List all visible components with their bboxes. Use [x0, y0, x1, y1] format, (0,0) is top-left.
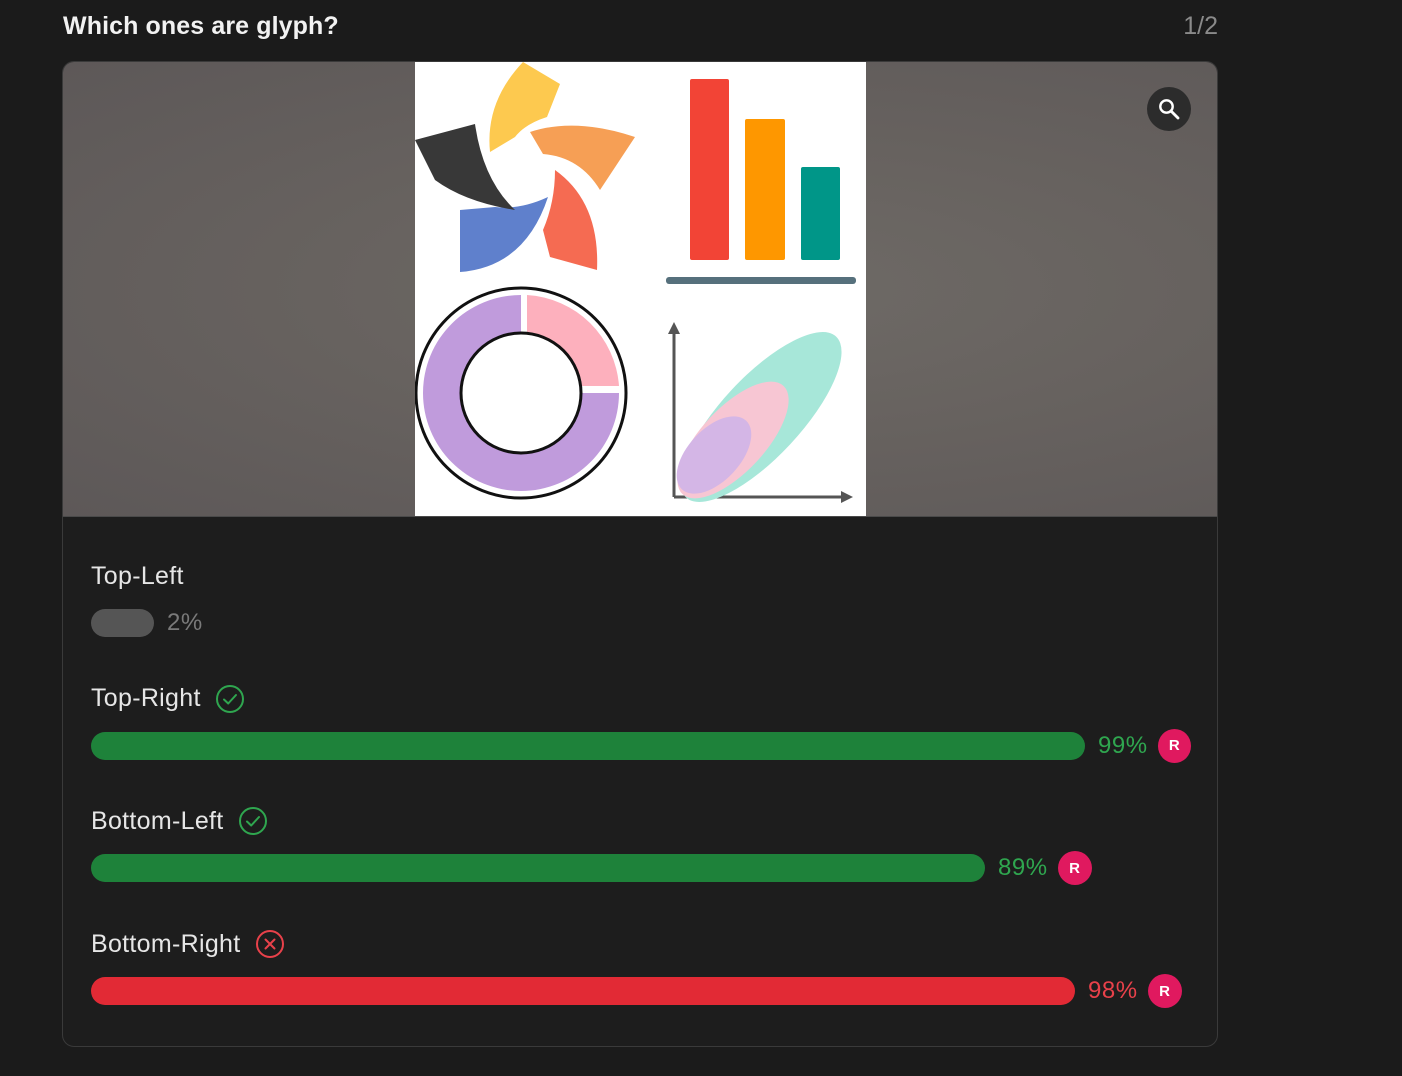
result-bar	[91, 731, 1085, 760]
question-card: Top-Left 2% Top-Right 99% R Bottom-Left …	[62, 61, 1218, 1047]
donut-chart-glyph	[415, 286, 628, 500]
check-circle-icon	[215, 684, 244, 713]
check-circle-icon	[238, 807, 267, 836]
answer-options: Top-Left 2% Top-Right 99% R Bottom-Left …	[91, 556, 1191, 1046]
search-icon	[1159, 99, 1180, 120]
option-label: Bottom-Right	[91, 929, 241, 958]
result-bar	[91, 609, 154, 637]
result-bar-fill	[91, 977, 1075, 1006]
question-header: Which ones are glyph? 1/2	[63, 10, 1218, 46]
option-label: Top-Left	[91, 561, 184, 590]
option-label: Top-Right	[91, 684, 201, 713]
quiz-results-page: Which ones are glyph? 1/2 Top-Left 2% To…	[0, 0, 1402, 1076]
result-percent: 89%	[998, 854, 1048, 882]
x-circle-icon	[255, 930, 284, 959]
pinwheel-glyph	[415, 62, 635, 272]
result-bar	[91, 854, 985, 883]
question-image	[415, 62, 866, 516]
result-bar-fill	[91, 609, 154, 637]
scatter-ellipse-glyph	[668, 322, 853, 503]
question-title: Which ones are glyph?	[63, 12, 339, 40]
avatar[interactable]: R	[1057, 851, 1092, 886]
option-label: Bottom-Left	[91, 806, 224, 835]
question-counter: 1/2	[1183, 12, 1218, 40]
result-percent: 2%	[167, 609, 203, 636]
question-image-area	[63, 62, 1217, 517]
result-percent: 99%	[1098, 731, 1148, 759]
answer-option-bottom-right: Bottom-Right 98% R	[91, 924, 1191, 1046]
avatar[interactable]: R	[1157, 728, 1191, 763]
answer-option-bottom-left: Bottom-Left 89% R	[91, 801, 1191, 924]
answer-option-top-right: Top-Right 99% R	[91, 679, 1191, 802]
result-bar-fill	[91, 854, 985, 883]
answer-option-top-left: Top-Left 2%	[91, 556, 1191, 679]
result-percent: 98%	[1088, 977, 1138, 1005]
bar-chart-glyph	[666, 79, 856, 284]
result-bar-fill	[91, 731, 1085, 760]
avatar[interactable]: R	[1147, 974, 1182, 1009]
result-bar	[91, 977, 1075, 1006]
zoom-button[interactable]	[1147, 87, 1191, 131]
